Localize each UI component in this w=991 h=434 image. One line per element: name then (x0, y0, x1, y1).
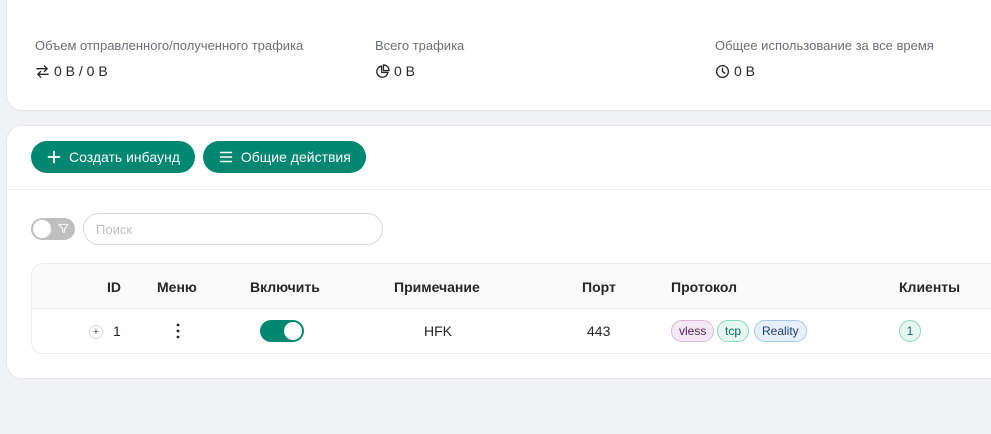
stat-total-usage-value: 0 B (734, 63, 756, 79)
plus-icon (47, 150, 61, 164)
row-remark: HFK (424, 323, 452, 339)
create-inbound-label: Создать инбаунд (69, 149, 180, 165)
clients-count-badge[interactable]: 1 (899, 320, 921, 342)
table-header: ID Меню Включить Примечание Порт Протоко… (32, 264, 991, 309)
row-enable-switch[interactable] (260, 320, 304, 342)
column-header-enable: Включить (250, 279, 320, 295)
row-menu-icon[interactable] (172, 321, 184, 341)
table-row: + 1 HFK 443 vless tcp Reality 1 (32, 309, 991, 353)
row-enable-switch-knob (284, 322, 302, 340)
filter-toggle[interactable] (31, 218, 75, 240)
clock-icon (715, 64, 730, 78)
column-header-protocol: Протокол (671, 279, 737, 295)
row-id: 1 (113, 323, 121, 339)
column-header-port: Порт (582, 279, 616, 295)
swap-icon (36, 64, 49, 78)
create-inbound-button[interactable]: Создать инбаунд (31, 141, 195, 173)
inbounds-card: Создать инбаунд Общие действия ID Меню В… (6, 125, 991, 379)
search-input[interactable] (83, 213, 383, 245)
column-header-clients: Клиенты (899, 279, 961, 295)
column-header-menu: Меню (157, 279, 197, 295)
filter-icon (58, 223, 69, 234)
protocol-tag-tcp: tcp (717, 320, 750, 342)
filter-toggle-knob (33, 220, 51, 238)
stat-traffic-io: Объем отправленного/полученного трафика … (35, 38, 303, 79)
toolbar-divider (7, 189, 991, 190)
stat-total-usage: Общее использование за все время 0 B (715, 38, 934, 79)
stat-total-traffic-value: 0 B (394, 63, 416, 79)
stat-traffic-io-value: 0 B / 0 B (54, 63, 108, 79)
pie-chart-icon (376, 63, 390, 78)
column-header-id: ID (107, 279, 121, 295)
toolbar: Создать инбаунд Общие действия (31, 141, 366, 173)
stat-total-traffic-value-row: 0 B (375, 63, 464, 79)
stat-traffic-io-label: Объем отправленного/полученного трафика (35, 38, 304, 53)
protocol-tag-vless: vless (671, 320, 715, 342)
row-port: 443 (587, 323, 611, 339)
stat-traffic-io-value-row: 0 B / 0 B (35, 63, 303, 79)
general-actions-button[interactable]: Общие действия (202, 141, 366, 173)
expand-row-icon[interactable]: + (89, 325, 103, 339)
menu-icon (219, 151, 233, 163)
inbounds-table: ID Меню Включить Примечание Порт Протоко… (31, 263, 991, 354)
stat-total-traffic: Всего трафика 0 B (375, 38, 464, 79)
stat-total-usage-label: Общее использование за все время (715, 38, 934, 53)
filter-row (31, 213, 383, 245)
column-header-remark: Примечание (394, 279, 480, 295)
stat-total-usage-value-row: 0 B (715, 63, 934, 79)
traffic-stats-card: Объем отправленного/полученного трафика … (6, 0, 991, 111)
general-actions-label: Общие действия (240, 149, 351, 165)
stat-total-traffic-label: Всего трафика (375, 38, 465, 53)
protocol-tag-reality: Reality (754, 320, 807, 342)
